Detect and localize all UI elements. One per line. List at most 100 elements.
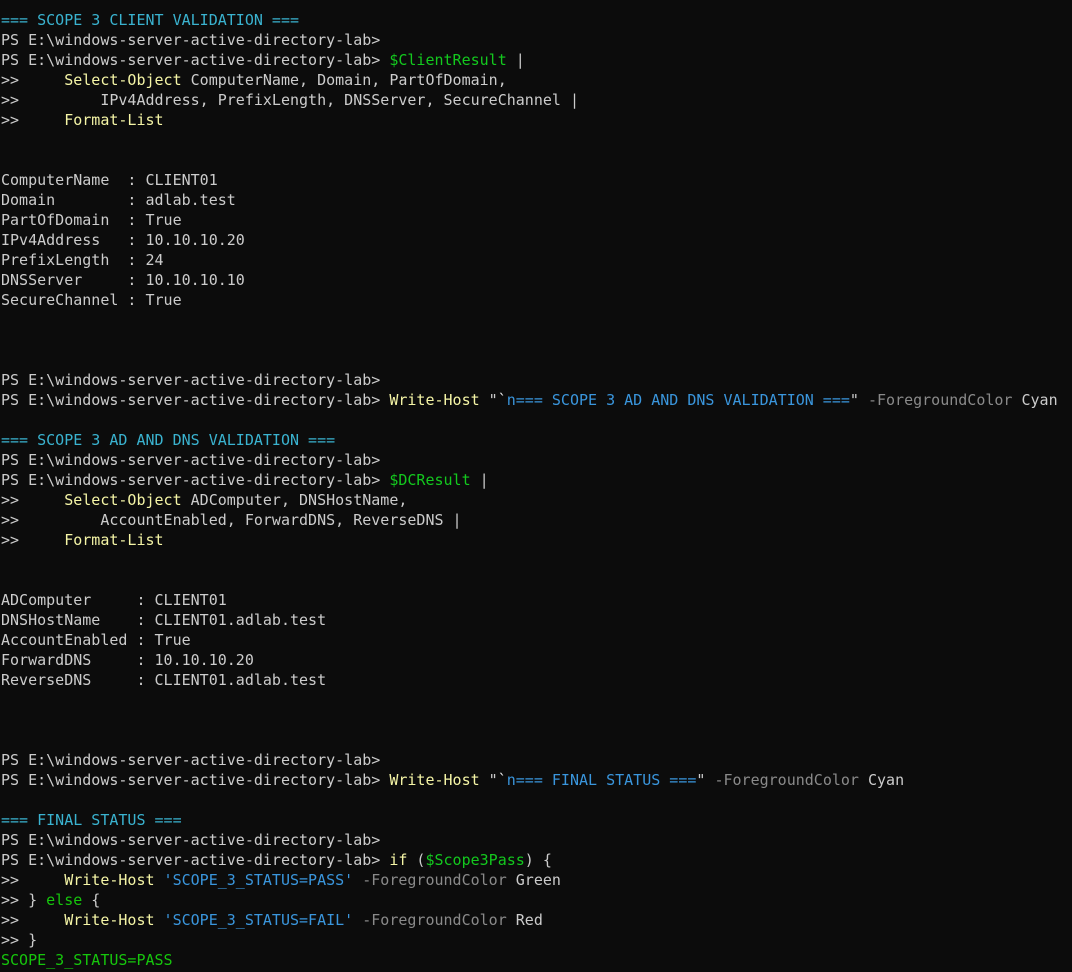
terminal-line: SecureChannel : True (0, 290, 1072, 310)
terminal-text: " (479, 771, 498, 789)
terminal-text: PrefixLength : 24 (1, 251, 164, 269)
terminal-line: === SCOPE 3 AD AND DNS VALIDATION === (0, 430, 1072, 450)
terminal-text: DNSServer : 10.10.10.10 (1, 271, 245, 289)
terminal-text: SecureChannel : True (1, 291, 182, 309)
terminal-text: PS E:\windows-server-active-directory-la… (1, 451, 381, 469)
terminal-line: PS E:\windows-server-active-directory-la… (0, 390, 1072, 410)
terminal-text: PS E:\windows-server-active-directory-la… (1, 371, 381, 389)
terminal-text: Write-Host (389, 771, 480, 789)
terminal-text: ComputerName : CLIENT01 (1, 171, 218, 189)
terminal-text: AccountEnabled : True (1, 631, 191, 649)
terminal-text: Write-Host (64, 911, 155, 929)
terminal-text: === SCOPE 3 AD AND DNS VALIDATION === (1, 431, 336, 449)
terminal-line: === SCOPE 3 CLIENT VALIDATION === (0, 10, 1072, 30)
terminal-text: Green (506, 871, 561, 889)
terminal-text: $ClientResult (389, 51, 507, 69)
terminal-line: DNSServer : 10.10.10.10 (0, 270, 1072, 290)
terminal-text: ( (407, 851, 426, 869)
terminal-text: -ForegroundColor (858, 391, 1013, 409)
terminal-text: Format-List (64, 111, 164, 129)
terminal-line: >> AccountEnabled, ForwardDNS, ReverseDN… (0, 510, 1072, 530)
terminal-line: ADComputer : CLIENT01 (0, 590, 1072, 610)
terminal-text: ` (497, 391, 507, 409)
terminal-line: >> Write-Host 'SCOPE_3_STATUS=PASS' -For… (0, 870, 1072, 890)
terminal-text: ADComputer : CLIENT01 (1, 591, 227, 609)
terminal-text: $DCResult (389, 471, 471, 489)
terminal-text: PS E:\windows-server-active-directory-la… (1, 771, 390, 789)
terminal-text: Domain : adlab.test (1, 191, 236, 209)
terminal-text: { (82, 891, 101, 909)
terminal-text: === SCOPE 3 CLIENT VALIDATION === (1, 11, 300, 29)
terminal-line: >> Select-Object ADComputer, DNSHostName… (0, 490, 1072, 510)
terminal-text: >> IPv4Address, PrefixLength, DNSServer,… (1, 91, 579, 109)
terminal-line: PS E:\windows-server-active-directory-la… (0, 370, 1072, 390)
terminal-text: >> (1, 871, 65, 889)
terminal-text: 'SCOPE_3_STATUS=PASS' (154, 871, 354, 889)
terminal-line: >> Format-List (0, 530, 1072, 550)
terminal-line: PS E:\windows-server-active-directory-la… (0, 50, 1072, 70)
terminal-text: === FINAL STATUS === (1, 811, 182, 829)
terminal-text: " (849, 391, 859, 409)
powershell-terminal[interactable]: === SCOPE 3 CLIENT VALIDATION === PS E:\w… (0, 0, 1072, 972)
terminal-line: >> IPv4Address, PrefixLength, DNSServer,… (0, 90, 1072, 110)
terminal-text: ReverseDNS : CLIENT01.adlab.test (1, 671, 327, 689)
terminal-text: Format-List (64, 531, 164, 549)
terminal-line: PS E:\windows-server-active-directory-la… (0, 750, 1072, 770)
terminal-line: PS E:\windows-server-active-directory-la… (0, 830, 1072, 850)
terminal-text: >> } (1, 891, 47, 909)
terminal-text: 'SCOPE_3_STATUS=FAIL' (154, 911, 354, 929)
terminal-line: SCOPE_3_STATUS=PASS (0, 950, 1072, 970)
terminal-text: ForwardDNS : 10.10.10.20 (1, 651, 254, 669)
terminal-text: PartOfDomain : True (1, 211, 182, 229)
terminal-line: AccountEnabled : True (0, 630, 1072, 650)
terminal-line: ReverseDNS : CLIENT01.adlab.test (0, 670, 1072, 690)
terminal-text: -ForegroundColor (353, 871, 507, 889)
terminal-line: >> Format-List (0, 110, 1072, 130)
terminal-text: >> (1, 531, 65, 549)
terminal-text: PS E:\windows-server-active-directory-la… (1, 851, 390, 869)
terminal-text: | (470, 471, 489, 489)
terminal-line: DNSHostName : CLIENT01.adlab.test (0, 610, 1072, 630)
terminal-text: ) { (524, 851, 552, 869)
terminal-text: >> (1, 911, 65, 929)
terminal-line: PS E:\windows-server-active-directory-la… (0, 30, 1072, 50)
terminal-text: IPv4Address : 10.10.10.20 (1, 231, 245, 249)
terminal-line: PS E:\windows-server-active-directory-la… (0, 450, 1072, 470)
terminal-text: >> (1, 111, 65, 129)
terminal-text: | (506, 51, 525, 69)
terminal-text: ComputerName, Domain, PartOfDomain, (181, 71, 507, 89)
terminal-text: Write-Host (389, 391, 480, 409)
terminal-line: PS E:\windows-server-active-directory-la… (0, 770, 1072, 790)
terminal-line: IPv4Address : 10.10.10.20 (0, 230, 1072, 250)
terminal-text: >> (1, 491, 65, 509)
terminal-text: SCOPE_3_STATUS=PASS (1, 951, 173, 969)
terminal-line: PS E:\windows-server-active-directory-la… (0, 470, 1072, 490)
terminal-text: ADComputer, DNSHostName, (181, 491, 408, 509)
terminal-text: DNSHostName : CLIENT01.adlab.test (1, 611, 327, 629)
terminal-text: if (389, 851, 408, 869)
terminal-text: else (46, 891, 83, 909)
terminal-text: >> (1, 71, 65, 89)
terminal-text: Select-Object (64, 491, 182, 509)
terminal-text: PS E:\windows-server-active-directory-la… (1, 831, 381, 849)
terminal-text: -ForegroundColor (353, 911, 507, 929)
terminal-line: PS E:\windows-server-active-directory-la… (0, 850, 1072, 870)
terminal-line: ComputerName : CLIENT01 (0, 170, 1072, 190)
terminal-text: Red (506, 911, 543, 929)
terminal-text: Cyan (1012, 391, 1058, 409)
terminal-text: PS E:\windows-server-active-directory-la… (1, 391, 390, 409)
terminal-line: Domain : adlab.test (0, 190, 1072, 210)
terminal-text: $Scope3Pass (425, 851, 525, 869)
terminal-line: === FINAL STATUS === (0, 810, 1072, 830)
terminal-text: Select-Object (64, 71, 182, 89)
terminal-line: >> Write-Host 'SCOPE_3_STATUS=FAIL' -For… (0, 910, 1072, 930)
terminal-line: >> } else { (0, 890, 1072, 910)
